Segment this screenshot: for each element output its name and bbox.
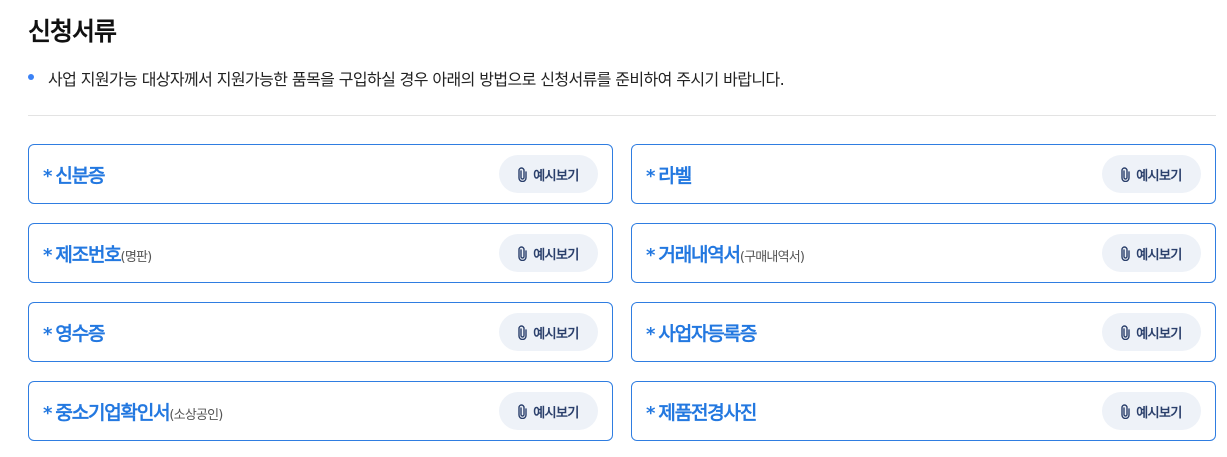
document-name: 제조번호: [55, 243, 121, 266]
paperclip-icon: [518, 403, 527, 419]
preview-button[interactable]: 예시보기: [1102, 392, 1201, 430]
document-card: * 거래내역서 (구매내역서) 예시보기: [631, 223, 1216, 283]
preview-button[interactable]: 예시보기: [499, 234, 598, 272]
document-note: (명판): [120, 249, 153, 265]
bullet-dot-icon: [28, 74, 34, 80]
preview-button-label: 예시보기: [1136, 325, 1182, 341]
document-name: 사업자등록증: [658, 322, 757, 345]
document-name: 라벨: [658, 164, 692, 187]
paperclip-icon: [1121, 245, 1130, 261]
preview-button-label: 예시보기: [1136, 167, 1182, 183]
document-grid: * 신분증 예시보기 * 라벨 예시보기 * 제조번호 (명판) 예시보기 * …: [28, 144, 1216, 441]
document-label: * 제품전경사진: [646, 398, 757, 425]
required-mark: *: [646, 402, 656, 424]
page: 신청서류 사업 지원가능 대상자께서 지원가능한 품목을 구입하실 경우 아래의…: [0, 0, 1227, 457]
preview-button[interactable]: 예시보기: [1102, 155, 1201, 193]
page-title: 신청서류: [28, 17, 117, 46]
required-mark: *: [43, 402, 53, 424]
preview-button-label: 예시보기: [533, 404, 579, 420]
preview-button-label: 예시보기: [533, 167, 579, 183]
required-mark: *: [43, 244, 53, 266]
preview-button-label: 예시보기: [533, 325, 579, 341]
document-label: * 거래내역서 (구매내역서): [646, 240, 805, 267]
document-card: * 제품전경사진 예시보기: [631, 381, 1216, 441]
document-label: * 사업자등록증: [646, 319, 757, 346]
document-name: 거래내역서: [658, 243, 741, 266]
document-card: * 라벨 예시보기: [631, 144, 1216, 204]
document-name: 신분증: [55, 164, 105, 187]
required-mark: *: [646, 165, 656, 187]
document-card: * 신분증 예시보기: [28, 144, 613, 204]
paperclip-icon: [1121, 324, 1130, 340]
document-note: (구매내역서): [739, 249, 805, 265]
document-label: * 라벨: [646, 161, 692, 188]
paperclip-icon: [518, 245, 527, 261]
required-mark: *: [646, 244, 656, 266]
preview-button[interactable]: 예시보기: [499, 392, 598, 430]
document-card: * 사업자등록증 예시보기: [631, 302, 1216, 362]
preview-button[interactable]: 예시보기: [499, 155, 598, 193]
document-card: * 제조번호 (명판) 예시보기: [28, 223, 613, 283]
document-name: 중소기업확인서: [55, 401, 170, 424]
preview-button[interactable]: 예시보기: [1102, 234, 1201, 272]
preview-button[interactable]: 예시보기: [499, 313, 598, 351]
document-label: * 영수증: [43, 319, 105, 346]
document-note: (소상공인): [169, 407, 223, 423]
paperclip-icon: [518, 166, 527, 182]
divider: [28, 115, 1216, 116]
paperclip-icon: [1121, 403, 1130, 419]
document-name: 영수증: [55, 322, 105, 345]
document-name: 제품전경사진: [658, 401, 757, 424]
document-label: * 제조번호 (명판): [43, 240, 153, 267]
preview-button-label: 예시보기: [533, 246, 579, 262]
document-label: * 중소기업확인서 (소상공인): [43, 398, 223, 425]
document-card: * 영수증 예시보기: [28, 302, 613, 362]
notice: 사업 지원가능 대상자께서 지원가능한 품목을 구입하실 경우 아래의 방법으로…: [28, 66, 785, 90]
required-mark: *: [646, 323, 656, 345]
preview-button[interactable]: 예시보기: [1102, 313, 1201, 351]
preview-button-label: 예시보기: [1136, 404, 1182, 420]
paperclip-icon: [1121, 166, 1130, 182]
notice-text: 사업 지원가능 대상자께서 지원가능한 품목을 구입하실 경우 아래의 방법으로…: [48, 70, 785, 89]
required-mark: *: [43, 165, 53, 187]
preview-button-label: 예시보기: [1136, 246, 1182, 262]
required-mark: *: [43, 323, 53, 345]
document-label: * 신분증: [43, 161, 105, 188]
paperclip-icon: [518, 324, 527, 340]
document-card: * 중소기업확인서 (소상공인) 예시보기: [28, 381, 613, 441]
